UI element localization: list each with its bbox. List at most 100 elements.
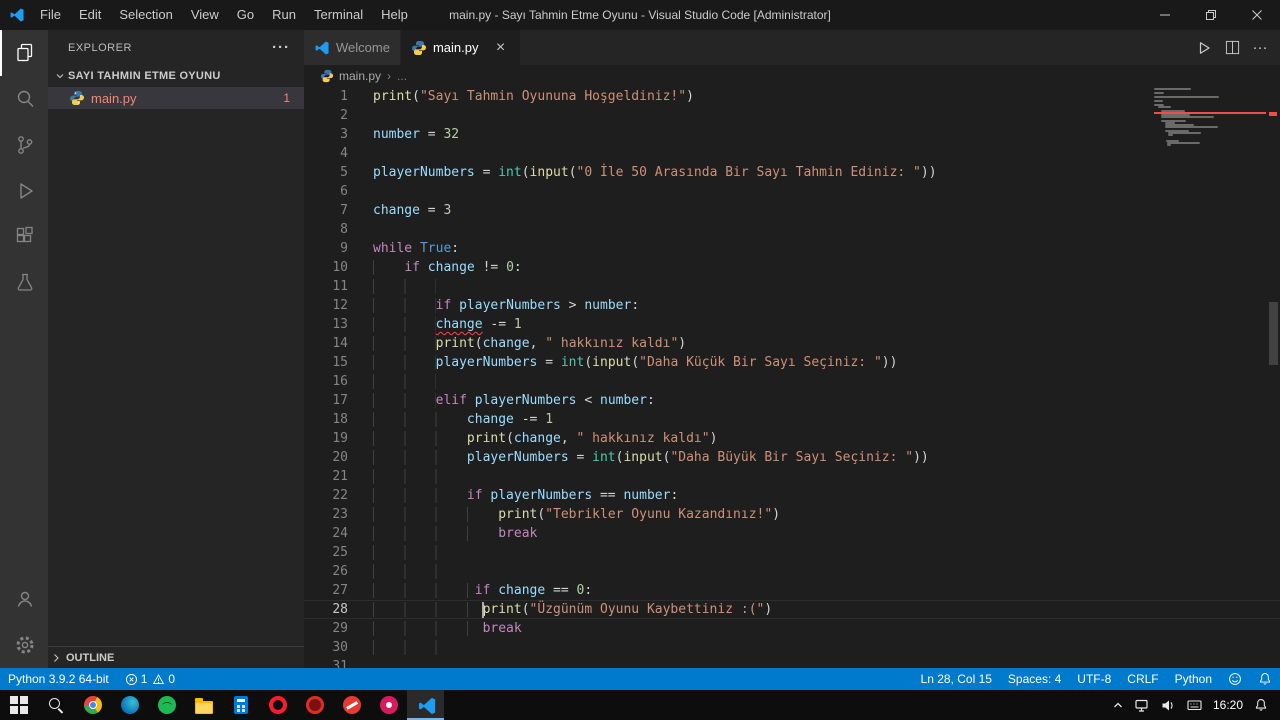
editor-more-actions[interactable]: ···: [1246, 34, 1274, 62]
explorer-icon[interactable]: [0, 30, 48, 76]
line-number[interactable]: 6: [304, 182, 348, 201]
search-icon[interactable]: [0, 76, 48, 122]
clock[interactable]: 16:20: [1213, 698, 1243, 712]
run-debug-icon[interactable]: [0, 168, 48, 214]
notifications-bell-icon[interactable]: [1250, 668, 1280, 690]
menu-help[interactable]: Help: [372, 0, 417, 30]
code-line-25[interactable]: 25: [304, 543, 1280, 562]
code-line-28[interactable]: 28 print("Üzgünüm Oyunu Kaybettiniz :("): [304, 600, 1280, 619]
split-editor-icon[interactable]: [1218, 34, 1246, 62]
line-number[interactable]: 22: [304, 486, 348, 505]
line-number[interactable]: 3: [304, 125, 348, 144]
indentation-status[interactable]: Spaces: 4: [1000, 668, 1069, 690]
taskbar-calculator-icon[interactable]: [222, 690, 259, 720]
minimap[interactable]: [1154, 88, 1266, 150]
code-line-2[interactable]: 2: [304, 106, 1280, 125]
line-number[interactable]: 12: [304, 296, 348, 315]
feedback-smiley-icon[interactable]: [1220, 668, 1250, 690]
tab-mainpy[interactable]: main.py ×: [400, 30, 521, 65]
volume-icon[interactable]: [1161, 699, 1176, 712]
line-number[interactable]: 14: [304, 334, 348, 353]
code-line-21[interactable]: 21: [304, 467, 1280, 486]
taskbar-file-explorer-icon[interactable]: [185, 690, 222, 720]
code-line-13[interactable]: 13 change -= 1: [304, 315, 1280, 334]
menu-run[interactable]: Run: [263, 0, 305, 30]
line-number[interactable]: 29: [304, 619, 348, 638]
menu-go[interactable]: Go: [228, 0, 263, 30]
code-line-12[interactable]: 12 if playerNumbers > number:: [304, 296, 1280, 315]
close-button[interactable]: [1234, 0, 1280, 30]
line-number[interactable]: 28: [304, 600, 348, 619]
code-line-10[interactable]: 10 if change != 0:: [304, 258, 1280, 277]
hidden-icons-chevron-icon[interactable]: [1112, 699, 1124, 711]
taskbar-chrome-icon[interactable]: [74, 690, 111, 720]
code-line-29[interactable]: 29 break: [304, 619, 1280, 638]
line-number[interactable]: 23: [304, 505, 348, 524]
line-number[interactable]: 9: [304, 239, 348, 258]
code-line-16[interactable]: 16: [304, 372, 1280, 391]
line-number[interactable]: 8: [304, 220, 348, 239]
code-line-18[interactable]: 18 change -= 1: [304, 410, 1280, 429]
menu-file[interactable]: File: [31, 0, 70, 30]
code-line-23[interactable]: 23 print("Tebrikler Oyunu Kazandınız!"): [304, 505, 1280, 524]
line-number[interactable]: 30: [304, 638, 348, 657]
restore-button[interactable]: [1188, 0, 1234, 30]
line-number[interactable]: 13: [304, 315, 348, 334]
code-line-22[interactable]: 22 if playerNumbers == number:: [304, 486, 1280, 505]
code-line-24[interactable]: 24 break: [304, 524, 1280, 543]
line-number[interactable]: 2: [304, 106, 348, 125]
code-line-1[interactable]: 1 print("Sayı Tahmin Oyununa Hoşgeldiniz!…: [304, 87, 1280, 106]
line-number[interactable]: 25: [304, 543, 348, 562]
taskbar-app-red-icon[interactable]: [296, 690, 333, 720]
file-row-mainpy[interactable]: main.py 1: [48, 87, 304, 109]
eol-status[interactable]: CRLF: [1119, 668, 1166, 690]
line-number[interactable]: 15: [304, 353, 348, 372]
line-number[interactable]: 11: [304, 277, 348, 296]
settings-gear-icon[interactable]: [0, 622, 48, 668]
code-line-11[interactable]: 11: [304, 277, 1280, 296]
line-number[interactable]: 31: [304, 657, 348, 668]
line-number[interactable]: 4: [304, 144, 348, 163]
scrollbar-thumb[interactable]: [1269, 302, 1278, 365]
input-indicator-icon[interactable]: [1187, 699, 1202, 711]
line-number[interactable]: 1: [304, 87, 348, 106]
code-line-19[interactable]: 19 print(change, " hakkınız kaldı"): [304, 429, 1280, 448]
code-line-5[interactable]: 5 playerNumbers = int(input("0 İle 50 Ara…: [304, 163, 1280, 182]
tab-welcome[interactable]: Welcome: [304, 30, 401, 65]
outline-section-header[interactable]: OUTLINE: [48, 646, 304, 668]
line-number[interactable]: 5: [304, 163, 348, 182]
breadcrumb[interactable]: main.py › ...: [304, 65, 1280, 87]
workspace-section-header[interactable]: SAYI TAHMIN ETME OYUNU: [48, 65, 304, 87]
code-line-20[interactable]: 20 playerNumbers = int(input("Daha Büyük…: [304, 448, 1280, 467]
menu-terminal[interactable]: Terminal: [305, 0, 372, 30]
line-number[interactable]: 26: [304, 562, 348, 581]
line-number[interactable]: 10: [304, 258, 348, 277]
testing-icon[interactable]: [0, 260, 48, 306]
menu-selection[interactable]: Selection: [110, 0, 181, 30]
line-number[interactable]: 24: [304, 524, 348, 543]
taskbar-spotify-icon[interactable]: [148, 690, 185, 720]
code-line-3[interactable]: 3 number = 32: [304, 125, 1280, 144]
line-number[interactable]: 27: [304, 581, 348, 600]
line-number[interactable]: 20: [304, 448, 348, 467]
cursor-position-status[interactable]: Ln 28, Col 15: [913, 668, 1000, 690]
problems-status[interactable]: 1 0: [117, 668, 183, 690]
action-center-bell-icon[interactable]: [1254, 698, 1268, 712]
code-line-7[interactable]: 7 change = 3: [304, 201, 1280, 220]
code-editor[interactable]: 1 print("Sayı Tahmin Oyununa Hoşgeldiniz!…: [304, 87, 1280, 668]
code-line-8[interactable]: 8: [304, 220, 1280, 239]
source-control-icon[interactable]: [0, 122, 48, 168]
taskbar-opera-icon[interactable]: [259, 690, 296, 720]
breadcrumb-symbol[interactable]: ...: [397, 69, 407, 83]
code-line-17[interactable]: 17 elif playerNumbers < number:: [304, 391, 1280, 410]
python-interpreter-status[interactable]: Python 3.9.2 64-bit: [0, 668, 117, 690]
menu-edit[interactable]: Edit: [70, 0, 110, 30]
taskbar-edge-icon[interactable]: [111, 690, 148, 720]
line-number[interactable]: 16: [304, 372, 348, 391]
line-number[interactable]: 7: [304, 201, 348, 220]
breadcrumb-file[interactable]: main.py: [339, 69, 381, 83]
code-line-9[interactable]: 9 while True:: [304, 239, 1280, 258]
run-file-button[interactable]: [1190, 34, 1218, 62]
taskbar-app-crimson-icon[interactable]: [333, 690, 370, 720]
encoding-status[interactable]: UTF-8: [1069, 668, 1119, 690]
